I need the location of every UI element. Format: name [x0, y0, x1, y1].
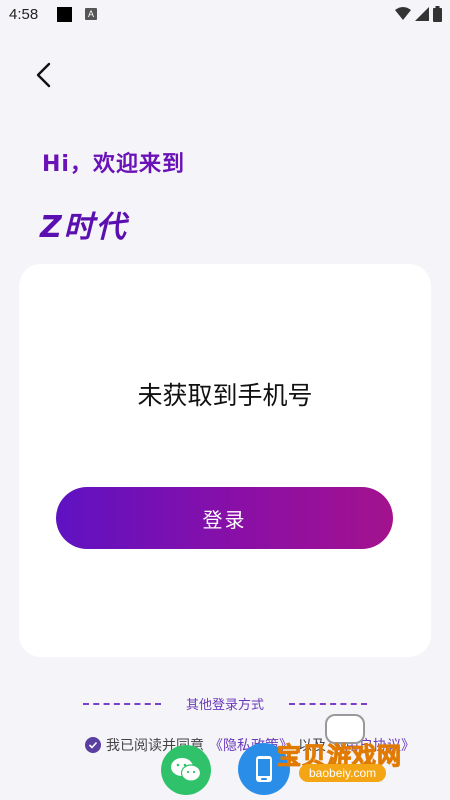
- battery-icon: [433, 6, 442, 22]
- check-icon: [88, 741, 98, 749]
- divider-line-right: [288, 702, 367, 705]
- watermark-url: baobeiy.com: [299, 764, 387, 782]
- signal-icon: [415, 7, 429, 21]
- divider-line-left: [83, 702, 161, 705]
- watermark: 宝贝游戏网 baobeiy.com: [275, 712, 425, 794]
- other-login-divider: 其他登录方式: [83, 694, 367, 713]
- login-card: 未获取到手机号 登录: [19, 264, 431, 657]
- phone-status-text: 未获取到手机号: [137, 381, 313, 410]
- status-bar: 4:58 A: [0, 0, 450, 32]
- status-icons: [395, 6, 442, 22]
- other-login-label: 其他登录方式: [185, 698, 264, 713]
- wechat-icon: [171, 758, 202, 782]
- notification-icon: [57, 7, 72, 22]
- login-button[interactable]: 登录: [56, 487, 393, 549]
- agreement-checkbox[interactable]: [85, 737, 101, 753]
- greeting-text: Hi，欢迎来到: [42, 152, 185, 177]
- wechat-login-button[interactable]: [161, 745, 211, 795]
- wifi-icon: [395, 7, 411, 20]
- chevron-left-icon[interactable]: [30, 60, 60, 90]
- status-time: 4:58: [9, 6, 39, 23]
- app-notification-icon: A: [85, 8, 97, 20]
- mobile-phone-icon: [256, 756, 272, 782]
- brand-logo-text: Z时代: [40, 210, 128, 245]
